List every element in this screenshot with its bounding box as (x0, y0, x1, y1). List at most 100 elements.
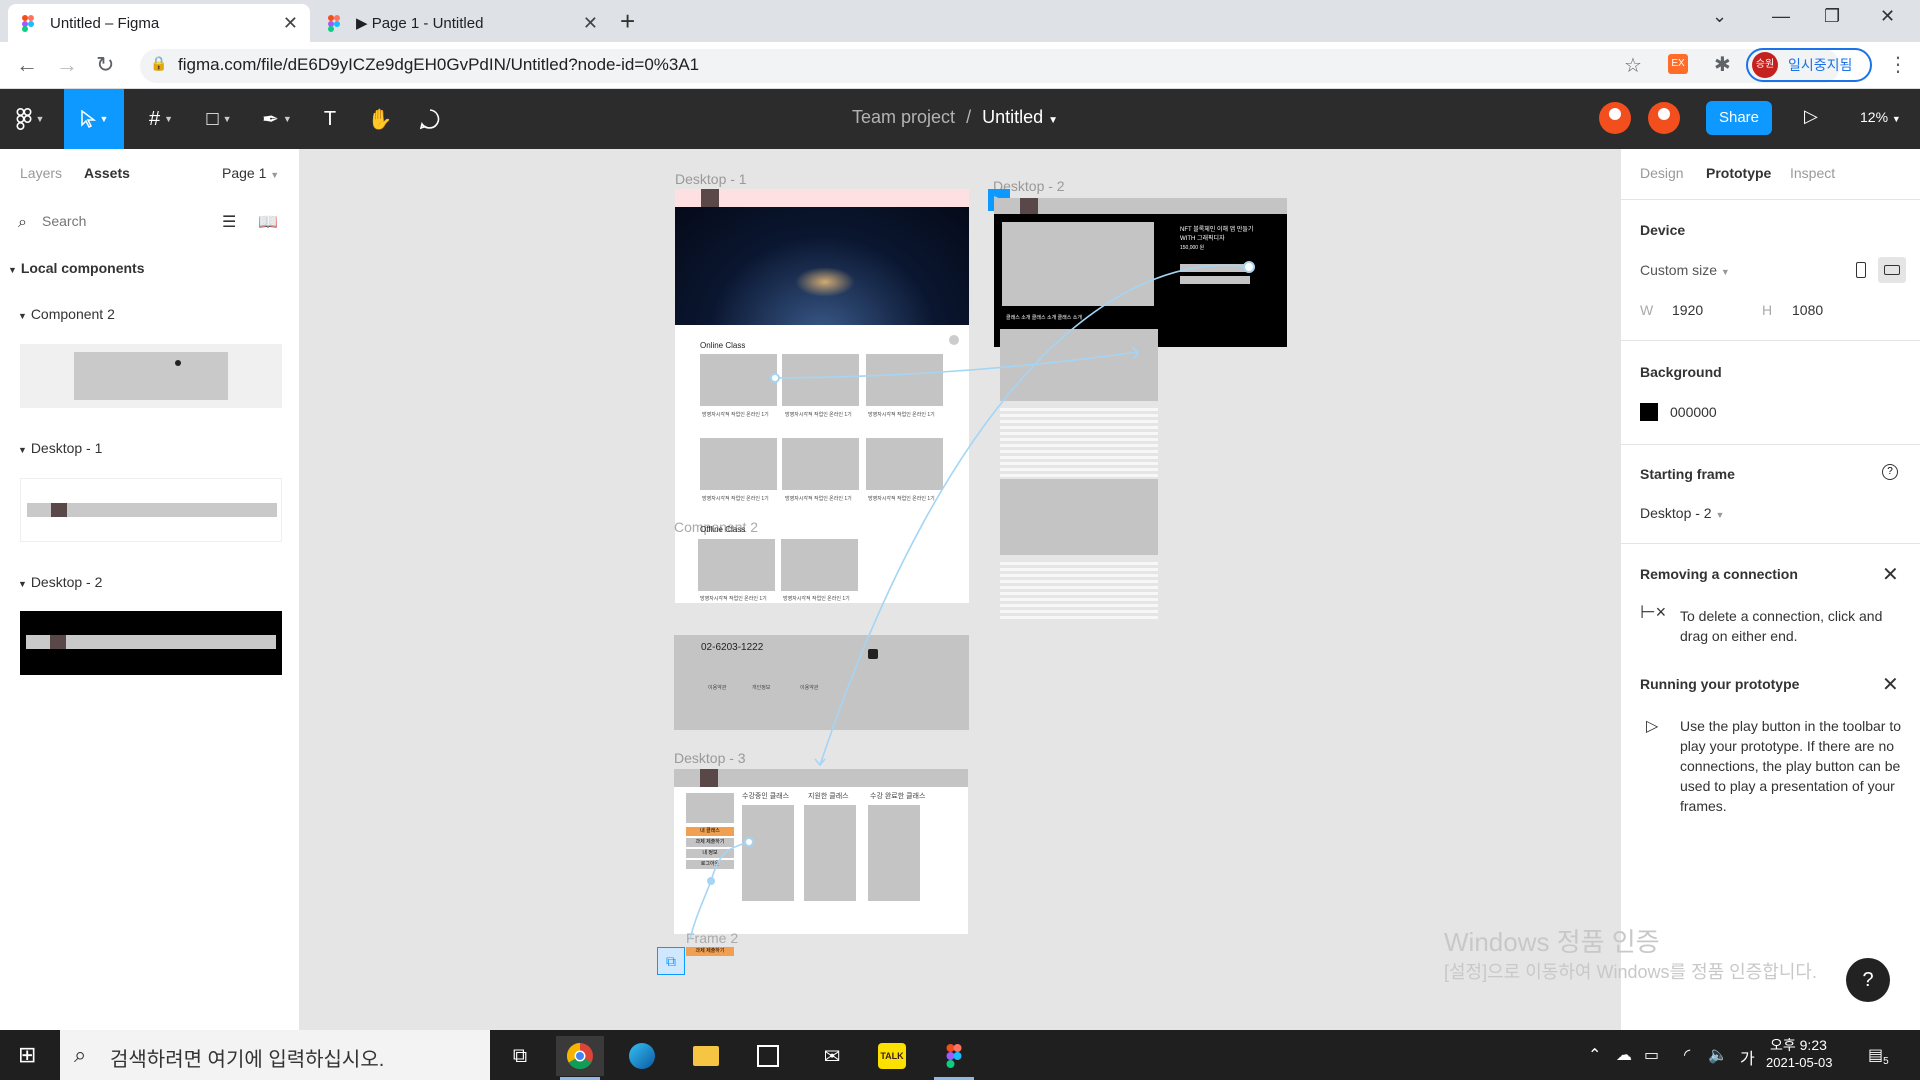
hand-icon: ✋ (367, 108, 393, 131)
search-icon: ⌕ (18, 214, 27, 231)
portrait-icon[interactable] (1856, 262, 1866, 278)
tab-figma-untitled[interactable]: Untitled – Figma ✕ (8, 4, 310, 42)
component-group-header[interactable]: ▼ Desktop - 1 (18, 440, 102, 456)
ime-indicator[interactable]: 가 (1740, 1045, 1755, 1069)
lock-icon[interactable]: 🔒 (150, 55, 167, 72)
maximize-icon[interactable]: ❐ (1824, 6, 1840, 27)
extensions-puzzle-icon[interactable]: ✱ (1714, 52, 1731, 77)
play-icon: ▷ (1646, 718, 1659, 735)
shape-tool[interactable]: □ ▼ (194, 89, 244, 149)
profile-button[interactable]: 승원 일시중지됨 (1746, 48, 1872, 82)
window-close-icon[interactable]: ✕ (1880, 6, 1895, 27)
text-tool[interactable]: T (310, 89, 350, 149)
caret-down-icon: ▼ (8, 265, 17, 275)
background-color-swatch[interactable] (1640, 403, 1658, 421)
notification-icon[interactable]: ▤5 (1868, 1045, 1889, 1067)
file-title[interactable]: Team project / Untitled ▼ (852, 107, 1058, 128)
page-selector[interactable]: Page 1 ▼ (222, 165, 279, 181)
clock-date[interactable]: 2021-05-03 (1766, 1055, 1833, 1070)
list-view-icon[interactable]: ☰ (222, 212, 236, 232)
close-icon[interactable]: ✕ (283, 13, 298, 34)
new-tab-button[interactable]: + (620, 6, 635, 37)
minimize-icon[interactable]: — (1772, 6, 1790, 27)
file-name[interactable]: Untitled (982, 107, 1043, 127)
present-play-icon[interactable]: ▷ (1804, 106, 1818, 127)
help-circle-icon[interactable]: ? (1882, 464, 1898, 480)
comment-tool[interactable] (410, 89, 450, 149)
tab-layers[interactable]: Layers (20, 165, 62, 181)
connection-node (770, 373, 780, 383)
mail-icon[interactable]: ✉ (808, 1036, 856, 1076)
height-input[interactable]: 1080 (1792, 302, 1823, 318)
removing-connection-text: To delete a connection, click and drag o… (1680, 608, 1883, 644)
tab-prototype[interactable]: Prototype (1706, 165, 1771, 181)
component-thumbnail[interactable] (20, 611, 282, 675)
caret-down-icon: ▼ (18, 579, 27, 589)
chevron-down-icon[interactable]: ▼ (1048, 115, 1058, 126)
pen-tool[interactable]: ✒ ▼ (252, 89, 302, 149)
store-icon[interactable] (744, 1036, 792, 1076)
kakaotalk-icon[interactable]: TALK (868, 1036, 916, 1076)
team-library-icon[interactable]: 📖 (258, 212, 278, 232)
windows-activation-title: Windows 정품 인증 (1444, 927, 1660, 957)
share-button[interactable]: Share (1706, 101, 1772, 135)
starting-frame-dropdown[interactable]: Desktop - 2 ▼ (1640, 505, 1724, 521)
volume-icon[interactable]: 🔈 (1708, 1045, 1728, 1065)
rectangle-icon: □ (206, 107, 219, 130)
local-components-header[interactable]: ▼ Local components (8, 260, 145, 276)
reload-icon[interactable]: ↻ (96, 52, 114, 78)
width-input[interactable]: 1920 (1672, 302, 1703, 318)
zoom-level[interactable]: 12% ▼ (1860, 109, 1901, 125)
frame-icon: # (148, 107, 161, 130)
tab-search-icon[interactable]: ⌄ (1712, 6, 1727, 27)
file-explorer-icon[interactable] (682, 1036, 730, 1076)
tab-inspect[interactable]: Inspect (1790, 165, 1835, 181)
team-name[interactable]: Team project (852, 107, 955, 127)
text-icon: T (323, 107, 337, 130)
tab-design[interactable]: Design (1640, 165, 1684, 181)
close-icon[interactable]: ✕ (1882, 562, 1899, 587)
device-size-dropdown[interactable]: Custom size ▼ (1640, 262, 1730, 278)
tab-assets[interactable]: Assets (84, 165, 130, 181)
edge-icon[interactable] (618, 1036, 666, 1076)
figma-app-icon[interactable] (930, 1036, 978, 1080)
chrome-logo (566, 1042, 593, 1070)
help-button[interactable]: ? (1846, 958, 1890, 1002)
wifi-icon[interactable]: ◜ (1684, 1045, 1690, 1065)
move-tool[interactable]: ▼ (64, 89, 124, 149)
hand-tool[interactable]: ✋ (360, 89, 400, 149)
avatar[interactable] (1648, 102, 1680, 134)
running-prototype-title: Running your prototype (1640, 676, 1800, 692)
search-input[interactable] (42, 213, 192, 229)
windows-start-icon[interactable]: ⊞ (18, 1042, 36, 1068)
onedrive-icon[interactable]: ☁ (1616, 1045, 1632, 1065)
browser-menu-icon[interactable]: ⋮ (1888, 52, 1908, 77)
back-icon[interactable]: ← (16, 52, 38, 78)
tab-title: ▶ Page 1 - Untitled (356, 15, 484, 32)
battery-icon[interactable]: ▭ (1644, 1045, 1659, 1065)
close-icon[interactable]: ✕ (583, 13, 598, 34)
tab-page-untitled[interactable]: ▶ Page 1 - Untitled ✕ (314, 4, 610, 42)
landscape-toggle[interactable] (1878, 257, 1906, 283)
background-hex-input[interactable]: 000000 (1670, 404, 1717, 420)
component-group-header[interactable]: ▼ Desktop - 2 (18, 574, 102, 590)
frame-tool[interactable]: # ▼ (136, 89, 186, 149)
forward-icon[interactable]: → (56, 52, 78, 78)
height-label: H (1762, 302, 1773, 318)
clock-time[interactable]: 오후 9:23 (1770, 1035, 1827, 1055)
task-view-icon[interactable]: ⧉ (496, 1036, 544, 1076)
tray-chevron-icon[interactable]: ⌃ (1588, 1045, 1601, 1065)
component-group-header[interactable]: ▼ Component 2 (18, 306, 115, 322)
avatar[interactable] (1599, 102, 1631, 134)
chrome-icon[interactable] (556, 1036, 604, 1080)
extension-icon[interactable]: EX (1668, 54, 1688, 74)
bookmark-star-icon[interactable]: ☆ (1624, 53, 1642, 78)
url-text[interactable]: figma.com/file/dE6D9yICZe9dgEH0GvPdIN/Un… (178, 55, 699, 75)
component-thumbnail[interactable] (20, 478, 282, 542)
taskbar-search-placeholder[interactable]: 검색하려면 여기에 입력하십시오. (110, 1043, 384, 1072)
component-thumbnail[interactable] (20, 344, 282, 408)
figma-menu-button[interactable]: ▼ (0, 89, 60, 149)
profile-status: 일시중지됨 (1788, 57, 1853, 73)
close-icon[interactable]: ✕ (1882, 672, 1899, 697)
canvas[interactable]: Desktop - 1 Online Class 방영자시각적 작업인 온라인 … (300, 149, 1620, 1030)
